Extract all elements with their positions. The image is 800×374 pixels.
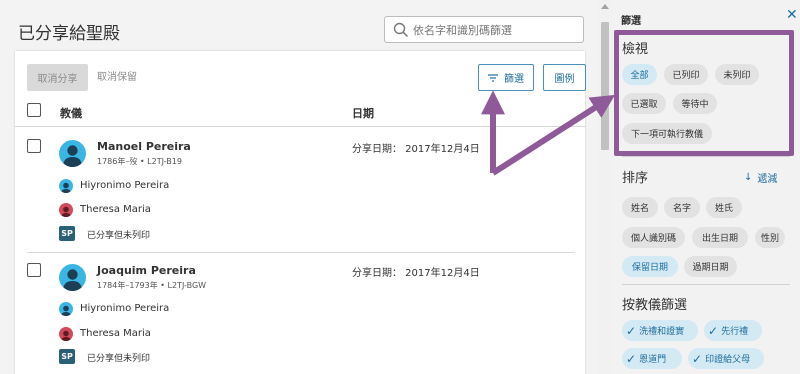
column-date: 日期: [352, 107, 374, 120]
view-chip-unprinted[interactable]: 未列印: [715, 64, 759, 85]
ordinance-chip-initiatory[interactable]: ✓ 先行禮: [704, 320, 762, 341]
male-avatar-icon: [59, 302, 73, 316]
main-content: 已分享給聖殿 取消分享 取消保留 篩選 圖例 教儀 日期: [0, 0, 598, 374]
view-section-title: 檢視: [622, 42, 649, 57]
relative-name: Theresa Maria: [80, 204, 151, 215]
sort-chip-expire-date[interactable]: 過期日期: [684, 256, 737, 277]
ordinance-chip-endowment[interactable]: ✓ 恩道門: [622, 348, 682, 369]
sort-chip-full-name[interactable]: 姓名: [622, 197, 658, 218]
divider: [622, 284, 790, 285]
arrow-down-icon: ↓: [744, 172, 753, 183]
divider: [15, 126, 585, 127]
column-header: 教儀 日期: [26, 103, 585, 123]
person-row: Manoel Pereira 1786年–歿 • L2TJ-B19 分享日期： …: [26, 139, 575, 259]
unreserve-button[interactable]: 取消保留: [97, 64, 137, 91]
view-chip-pending[interactable]: 等待中: [673, 93, 717, 114]
person-meta: 1784年–1793年 • L2TJ-BGW: [97, 281, 207, 290]
divider: [622, 156, 790, 157]
sort-chip-given-name[interactable]: 名字: [664, 197, 700, 218]
search-icon: [393, 22, 409, 38]
search-box[interactable]: [384, 16, 584, 43]
scrollbar-thumb[interactable]: [601, 22, 609, 150]
checkmark-icon: ✓: [692, 351, 703, 366]
unshare-button[interactable]: 取消分享: [27, 64, 88, 91]
view-chip-all[interactable]: 全部: [622, 64, 657, 85]
female-avatar-icon: [59, 203, 73, 217]
page-title: 已分享給聖殿: [18, 24, 120, 44]
sort-chip-reserve-date[interactable]: 保留日期: [622, 256, 678, 277]
filter-button[interactable]: 篩選: [478, 64, 534, 91]
ordinance-chip-label: 恩道門: [639, 355, 667, 365]
sort-reverse-button[interactable]: ↓ 遞減: [744, 170, 777, 185]
checkmark-icon: ✓: [708, 323, 719, 338]
toolbar: 取消分享 取消保留 篩選 圖例: [27, 64, 586, 92]
avatar: [59, 140, 86, 167]
sort-chip-surname[interactable]: 姓氏: [706, 197, 742, 218]
status-badge: SP: [59, 349, 75, 364]
avatar: [59, 264, 86, 291]
select-all-checkbox[interactable]: [27, 103, 41, 117]
ordinance-chip-baptism[interactable]: ✓ 洗禮和證實: [622, 320, 698, 341]
scrollbar[interactable]: [598, 0, 612, 374]
status-text: 已分享但未列印: [87, 354, 151, 364]
panel-title: 篩選: [621, 16, 641, 27]
results-card: 取消分享 取消保留 篩選 圖例 教儀 日期 Manoel Pereira 178…: [15, 51, 586, 374]
search-input[interactable]: [413, 20, 578, 40]
row-checkbox[interactable]: [27, 139, 41, 153]
female-avatar-icon: [59, 327, 73, 341]
sort-chip-gender[interactable]: 性別: [755, 227, 785, 248]
filter-panel: 篩選 ✕ 檢視 全部 已列印 未列印 已選取 等待中 下一項可執行教儀 排序 ↓…: [612, 0, 800, 374]
filter-icon: [488, 73, 498, 82]
person-name[interactable]: Joaquim Pereira: [97, 264, 196, 277]
person-meta: 1786年–歿 • L2TJ-B19: [97, 157, 182, 166]
sort-section-title: 排序: [622, 171, 649, 186]
shared-date: 分享日期： 2017年12月4日: [352, 268, 480, 279]
sort-reverse-label: 遞減: [757, 174, 778, 185]
sort-chip-person-id[interactable]: 個人識別碼: [622, 227, 685, 248]
male-avatar-icon: [59, 179, 73, 193]
relative-name: Theresa Maria: [80, 328, 151, 339]
ordinance-chip-label: 洗禮和證實: [639, 327, 685, 337]
person-name[interactable]: Manoel Pereira: [97, 140, 191, 153]
divider: [27, 252, 575, 253]
scroll-up-arrow-icon[interactable]: [601, 4, 609, 9]
relative-name: Hiyronimo Pereira: [80, 303, 170, 314]
ordinance-chip-label: 先行禮: [721, 327, 749, 337]
relative-name: Hiyronimo Pereira: [80, 180, 170, 191]
ordinance-chip-sealing-to-parents[interactable]: ✓ 印證給父母: [688, 348, 764, 369]
column-ordinance: 教儀: [60, 107, 82, 120]
person-row: Joaquim Pereira 1784年–1793年 • L2TJ-BGW 分…: [26, 263, 575, 374]
ordinance-filter-title: 按教儀篩選: [622, 298, 688, 313]
status-badge: SP: [59, 226, 75, 241]
checkmark-icon: ✓: [626, 323, 637, 338]
close-icon[interactable]: ✕: [786, 7, 798, 23]
filter-button-label: 篩選: [504, 74, 524, 85]
sort-chip-birth-date[interactable]: 出生日期: [692, 227, 748, 248]
view-chip-printed[interactable]: 已列印: [664, 64, 708, 85]
view-chip-next-ordinance[interactable]: 下一項可執行教儀: [622, 123, 712, 144]
status-text: 已分享但未列印: [87, 231, 151, 241]
row-checkbox[interactable]: [27, 263, 41, 277]
checkmark-icon: ✓: [626, 351, 637, 366]
ordinance-chip-label: 印證給父母: [705, 355, 751, 365]
legend-button[interactable]: 圖例: [543, 64, 586, 91]
shared-date: 分享日期： 2017年12月4日: [352, 144, 480, 155]
view-chip-selected[interactable]: 已選取: [622, 93, 666, 114]
